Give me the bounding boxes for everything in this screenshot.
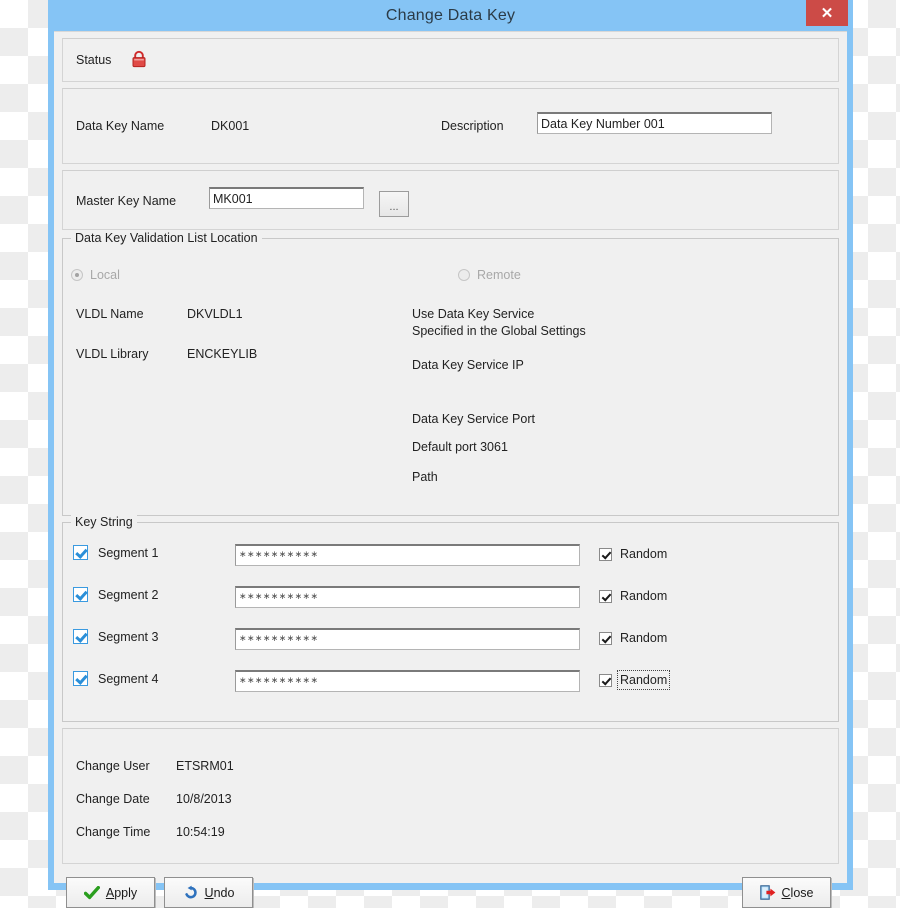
identity-panel: Data Key Name DK001 Description Data Key… [62, 88, 839, 164]
radio-remote-indicator [458, 269, 470, 281]
close-button-label: Close [782, 886, 814, 900]
description-input[interactable]: Data Key Number 001 [537, 112, 772, 134]
master-key-browse-button[interactable]: ... [379, 191, 409, 217]
default-port-text: Default port 3061 [412, 440, 508, 454]
undo-arrow-icon [183, 885, 199, 900]
segment-2-check-indicator [73, 587, 88, 602]
description-label: Description [441, 119, 504, 133]
segment-1-random-indicator [599, 548, 612, 561]
segment-4-label: Segment 4 [98, 672, 158, 686]
segment-2-random-label: Random [620, 589, 667, 603]
window-close-button[interactable]: ✕ [806, 0, 848, 26]
window-title: Change Data Key [386, 7, 515, 25]
change-time-value: 10:54:19 [176, 825, 225, 839]
segment-2-random-checkbox[interactable]: Random [599, 589, 667, 603]
apply-button-label: Apply [106, 886, 137, 900]
segment-1-checkbox[interactable]: Segment 1 [73, 545, 158, 560]
segment-3-input[interactable]: ∗∗∗∗∗∗∗∗∗∗ [235, 628, 580, 650]
data-key-name-label: Data Key Name [76, 119, 164, 133]
segment-3-random-indicator [599, 632, 612, 645]
close-button[interactable]: Close [742, 877, 831, 908]
vldl-library-label: VLDL Library [76, 347, 149, 361]
master-key-name-label: Master Key Name [76, 194, 176, 208]
green-check-icon [84, 886, 100, 900]
vldl-location-groupbox: Data Key Validation List Location Local … [62, 238, 839, 516]
data-key-service-ip-label: Data Key Service IP [412, 358, 524, 372]
change-time-label: Change Time [76, 825, 150, 839]
segment-1-check-indicator [73, 545, 88, 560]
segment-3-label: Segment 3 [98, 630, 158, 644]
change-user-value: ETSRM01 [176, 759, 234, 773]
use-data-key-service-line2: Specified in the Global Settings [412, 324, 586, 338]
change-date-value: 10/8/2013 [176, 792, 232, 806]
segment-4-random-checkbox[interactable]: Random [599, 673, 667, 687]
segment-3-random-label: Random [620, 631, 667, 645]
vldl-library-value: ENCKEYLIB [187, 347, 257, 361]
radio-local[interactable]: Local [71, 268, 120, 282]
segment-4-check-indicator [73, 671, 88, 686]
segment-2-label: Segment 2 [98, 588, 158, 602]
vldl-name-label: VLDL Name [76, 307, 144, 321]
segment-4-input[interactable]: ∗∗∗∗∗∗∗∗∗∗ [235, 670, 580, 692]
radio-remote[interactable]: Remote [458, 268, 521, 282]
segment-4-random-label: Random [620, 673, 667, 687]
segment-1-label: Segment 1 [98, 546, 158, 560]
segment-2-random-indicator [599, 590, 612, 603]
title-bar: Change Data Key ✕ [48, 0, 853, 31]
segment-2-input[interactable]: ∗∗∗∗∗∗∗∗∗∗ [235, 586, 580, 608]
red-padlock-icon [131, 50, 147, 68]
data-key-name-value: DK001 [211, 119, 249, 133]
segment-2-checkbox[interactable]: Segment 2 [73, 587, 158, 602]
radio-local-indicator [71, 269, 83, 281]
data-key-service-port-label: Data Key Service Port [412, 412, 535, 426]
segment-4-random-indicator [599, 674, 612, 687]
undo-button-label: Undo [205, 886, 235, 900]
dialog-client-area: Status Data Key Name DK001 Description D… [54, 31, 847, 883]
segment-4-checkbox[interactable]: Segment 4 [73, 671, 158, 686]
path-label: Path [412, 470, 438, 484]
segment-1-random-checkbox[interactable]: Random [599, 547, 667, 561]
segment-1-random-label: Random [620, 547, 667, 561]
status-label: Status [76, 53, 111, 67]
key-string-groupbox: Key String Segment 1 ∗∗∗∗∗∗∗∗∗∗ Random S… [62, 522, 839, 722]
vldl-name-value: DKVLDL1 [187, 307, 243, 321]
change-data-key-window: Change Data Key ✕ Status Data Key Name D… [48, 0, 853, 890]
change-user-label: Change User [76, 759, 150, 773]
apply-button[interactable]: Apply [66, 877, 155, 908]
status-panel: Status [62, 38, 839, 82]
exit-door-icon [760, 885, 776, 900]
segment-1-input[interactable]: ∗∗∗∗∗∗∗∗∗∗ [235, 544, 580, 566]
radio-remote-label: Remote [477, 268, 521, 282]
use-data-key-service-line1: Use Data Key Service [412, 307, 534, 321]
master-key-name-input[interactable]: MK001 [209, 187, 364, 209]
undo-button[interactable]: Undo [164, 877, 253, 908]
vldl-groupbox-title: Data Key Validation List Location [71, 231, 262, 245]
key-string-groupbox-title: Key String [71, 515, 137, 529]
master-key-panel: Master Key Name MK001 ... [62, 170, 839, 230]
segment-3-random-checkbox[interactable]: Random [599, 631, 667, 645]
change-date-label: Change Date [76, 792, 150, 806]
segment-3-check-indicator [73, 629, 88, 644]
audit-panel: Change User ETSRM01 Change Date 10/8/201… [62, 728, 839, 864]
radio-local-label: Local [90, 268, 120, 282]
segment-3-checkbox[interactable]: Segment 3 [73, 629, 158, 644]
